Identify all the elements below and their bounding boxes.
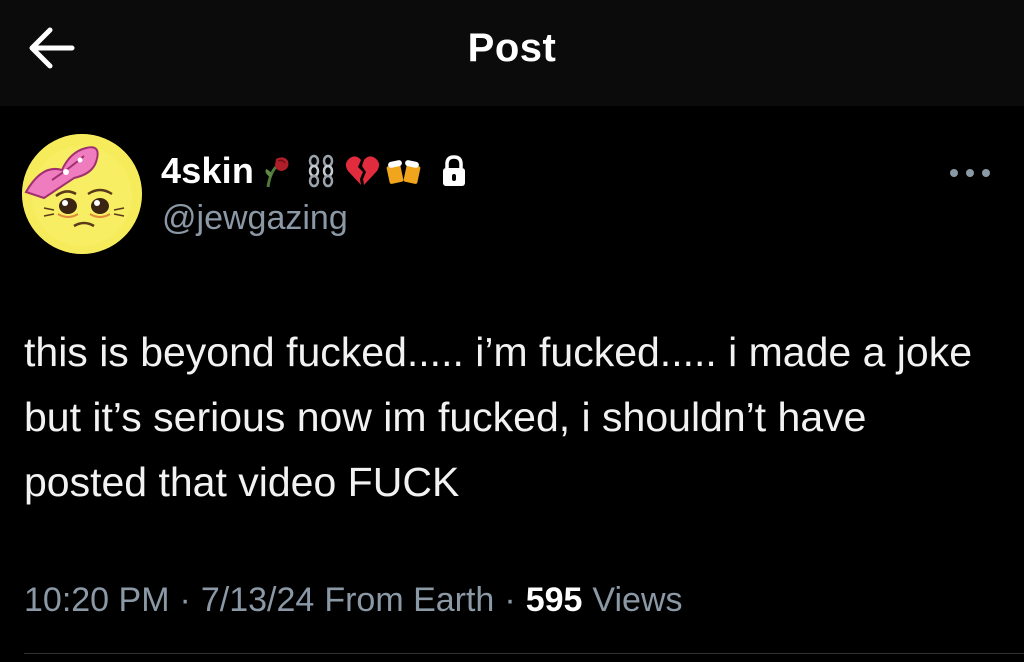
post-source: From Earth	[324, 580, 495, 619]
chains-icon	[302, 153, 338, 189]
display-name-row: 4skin	[161, 148, 468, 194]
more-options-button[interactable]	[940, 156, 1000, 190]
post-date: 7/13/24	[200, 580, 315, 619]
user-handle[interactable]: @jewgazing	[162, 199, 348, 238]
views-label: Views	[592, 580, 683, 619]
broken-heart-icon	[344, 153, 380, 189]
top-bar: Post	[0, 0, 1024, 106]
wilted-rose-icon	[260, 153, 296, 189]
meta-separator-2: ·	[504, 580, 516, 619]
lock-icon	[440, 154, 468, 188]
more-dots-icon	[940, 156, 1000, 190]
beer-mugs-icon	[386, 153, 422, 189]
divider	[24, 653, 1024, 654]
views-count: 595	[525, 580, 583, 619]
meta-separator: ·	[179, 580, 191, 619]
post-meta: 10:20 PM · 7/13/24 From Earth · 595 View…	[24, 576, 683, 624]
display-name[interactable]: 4skin	[161, 150, 254, 192]
avatar[interactable]	[22, 134, 142, 254]
page-title: Post	[467, 26, 557, 70]
post-time: 10:20 PM	[24, 580, 170, 619]
post-text: this is beyond fucked..... i’m fucked...…	[24, 329, 973, 505]
